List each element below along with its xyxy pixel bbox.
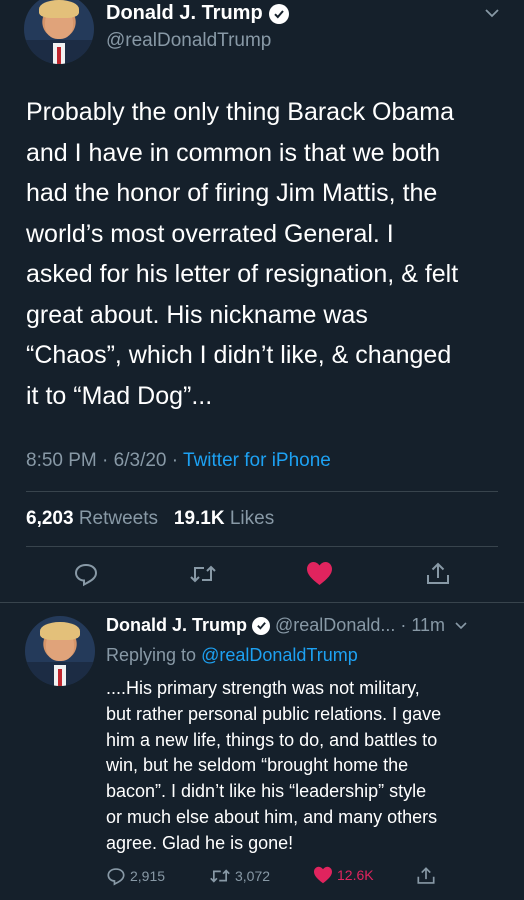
- author-handle[interactable]: @realDonaldTrump: [106, 30, 271, 52]
- thread-divider: [0, 602, 524, 603]
- retweet-icon[interactable]: [189, 561, 217, 592]
- replying-to-handle[interactable]: @realDonaldTrump: [201, 645, 358, 665]
- reply-time-separator: ·: [400, 615, 407, 635]
- replying-to: Replying to @realDonaldTrump: [106, 645, 358, 666]
- likes-count[interactable]: 19.1K: [174, 508, 225, 529]
- reply-handle[interactable]: @realDonald...: [275, 615, 395, 636]
- reply-icon[interactable]: [73, 561, 99, 592]
- reply-icon: [107, 868, 125, 886]
- chevron-down-icon[interactable]: [484, 6, 500, 24]
- retweet-action[interactable]: 3,072: [209, 866, 270, 886]
- verified-badge-icon: [252, 616, 271, 635]
- retweet-count: 3,072: [235, 868, 271, 884]
- author-row: Donald J. Trump: [106, 2, 289, 25]
- heart-icon[interactable]: [306, 561, 333, 591]
- like-action[interactable]: 12.6K: [313, 866, 374, 884]
- author-display-name[interactable]: Donald J. Trump: [106, 2, 263, 25]
- tweet-time: 8:50 PM: [26, 450, 97, 471]
- tweet-date: 6/3/20: [113, 450, 167, 471]
- reply-author-row: Donald J. Trump @realDonald... · 11m: [106, 615, 468, 636]
- reply-actions: 2,915 3,072 12.6K: [106, 866, 516, 892]
- retweets-label[interactable]: Retweets: [79, 508, 158, 529]
- meta-separator: ·: [171, 450, 184, 471]
- reply-action[interactable]: 2,915: [106, 866, 165, 886]
- like-count: 12.6K: [337, 867, 374, 883]
- likes-label[interactable]: Likes: [230, 508, 274, 529]
- reply-time[interactable]: 11m: [411, 615, 445, 636]
- heart-icon: [314, 866, 332, 884]
- meta-separator: ·: [102, 450, 114, 471]
- share-icon: [417, 867, 435, 884]
- tweet-source-link[interactable]: Twitter for iPhone: [183, 450, 331, 471]
- replying-label: Replying to: [106, 645, 197, 665]
- reply-display-name[interactable]: Donald J. Trump: [106, 615, 247, 636]
- share-action[interactable]: [416, 866, 436, 886]
- tweet-actions: [0, 555, 524, 595]
- tweet-stats: 6,203 Retweets 19.1K Likes: [26, 508, 274, 530]
- retweet-icon: [210, 869, 230, 883]
- tweet-text: Probably the only thing Barack Obama and…: [26, 98, 459, 410]
- divider: [26, 491, 498, 492]
- reply-count: 2,915: [130, 868, 166, 884]
- verified-badge-icon: [268, 3, 289, 24]
- divider: [26, 546, 498, 547]
- tweet-meta: 8:50 PM · 6/3/20 · Twitter for iPhone: [26, 450, 331, 472]
- share-icon[interactable]: [425, 561, 451, 592]
- avatar[interactable]: [24, 0, 94, 64]
- retweets-count[interactable]: 6,203: [26, 508, 74, 529]
- reply-avatar[interactable]: [25, 616, 95, 686]
- chevron-down-icon[interactable]: [454, 615, 468, 636]
- reply-text: ....His primary strength was not militar…: [106, 678, 442, 853]
